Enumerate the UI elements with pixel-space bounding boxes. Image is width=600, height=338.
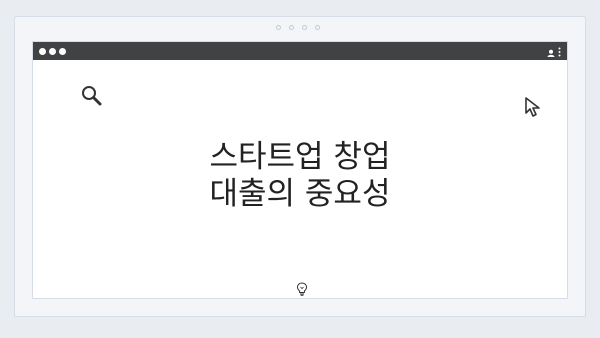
headline-line-2: 대출의 중요성 — [209, 176, 391, 212]
window-maximize-button[interactable] — [59, 47, 66, 55]
page-indicator-dots — [276, 25, 320, 30]
page-dot[interactable] — [315, 25, 320, 30]
cursor-icon — [523, 96, 545, 122]
page-dot[interactable] — [276, 25, 281, 30]
page-dot[interactable] — [302, 25, 307, 30]
window-titlebar — [33, 42, 567, 60]
page-dot[interactable] — [289, 25, 294, 30]
lightbulb-icon — [296, 281, 308, 300]
browser-window: 스타트업 창업 대출의 중요성 — [32, 41, 568, 299]
menu-dots-icon[interactable] — [558, 42, 561, 61]
user-icon[interactable] — [547, 42, 555, 61]
headline-line-1: 스타트업 창업 — [209, 139, 391, 175]
window-controls — [39, 47, 66, 55]
window-minimize-button[interactable] — [49, 47, 56, 55]
page-title: 스타트업 창업 대출의 중요성 — [33, 139, 567, 213]
search-icon[interactable] — [80, 84, 104, 112]
titlebar-right-icons — [547, 42, 561, 61]
window-close-button[interactable] — [39, 47, 46, 55]
page-content: 스타트업 창업 대출의 중요성 — [33, 60, 567, 300]
